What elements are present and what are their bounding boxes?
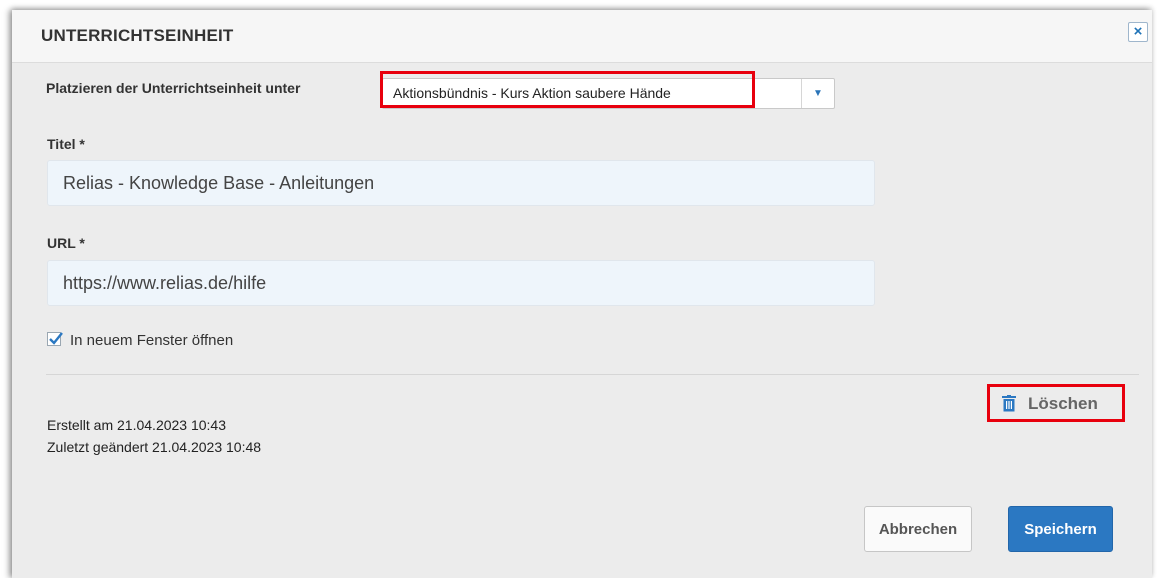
title-input[interactable] [47,160,875,206]
dialog: UNTERRICHTSEINHEIT × Platzieren der Unte… [12,10,1152,578]
placement-select-value: Aktionsbündnis - Kurs Aktion saubere Hän… [393,85,671,101]
placement-label: Platzieren der Unterrichtseinheit unter [46,80,301,96]
url-label: URL * [47,235,85,251]
dialog-header: UNTERRICHTSEINHEIT × [12,10,1152,63]
delete-button-label: Löschen [1028,394,1098,413]
dialog-title: UNTERRICHTSEINHEIT [41,26,234,45]
delete-button[interactable]: Löschen [987,384,1125,422]
cancel-button[interactable]: Abbrechen [864,506,972,552]
new-window-label: In neuem Fenster öffnen [70,332,234,349]
trash-icon [1002,395,1016,412]
placement-select[interactable]: Aktionsbündnis - Kurs Aktion saubere Hän… [382,78,835,109]
chevron-down-icon[interactable]: ▼ [801,79,834,108]
title-label: Titel * [47,136,85,152]
url-input[interactable] [47,260,875,306]
new-window-checkbox[interactable] [47,332,63,346]
modified-timestamp: Zuletzt geändert 21.04.2023 10:48 [47,439,262,455]
divider [46,374,1139,375]
save-button[interactable]: Speichern [1008,506,1113,552]
close-icon[interactable]: × [1128,22,1148,42]
checkmark-icon [49,332,63,345]
created-timestamp: Erstellt am 21.04.2023 10:43 [47,417,227,433]
